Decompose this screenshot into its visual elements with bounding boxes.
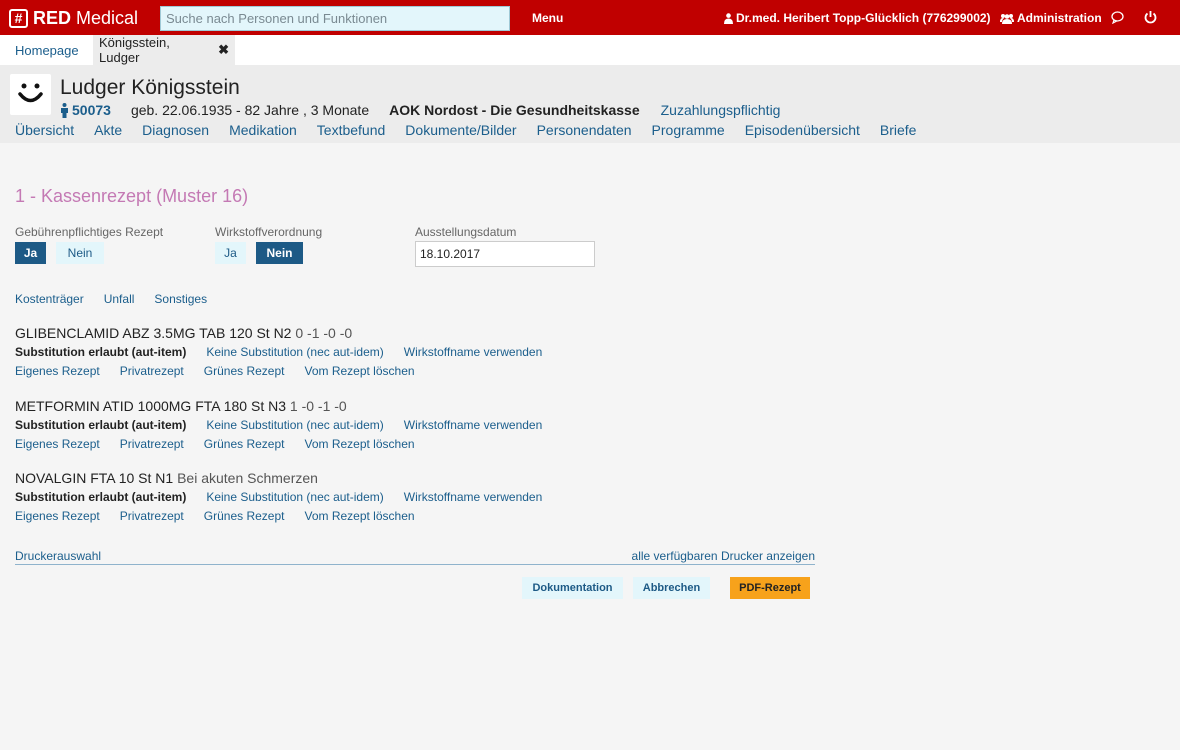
search-input[interactable]: Suche nach Personen und Funktionen (160, 6, 510, 31)
subst-name-link[interactable]: Wirkstoffname verwenden (404, 490, 543, 504)
nav-personendaten[interactable]: Personendaten (537, 122, 632, 138)
printer-label[interactable]: Druckerauswahl (15, 549, 101, 563)
tab-patient[interactable]: Königsstein, Ludger ✖ (93, 35, 235, 65)
substance-no-button[interactable]: Nein (256, 242, 303, 264)
green-recipe-link[interactable]: Grünes Rezept (204, 437, 285, 451)
menu-button[interactable]: Menu (532, 11, 563, 25)
person-icon (61, 102, 68, 118)
subst-none-link[interactable]: Keine Substitution (nec aut-idem) (206, 345, 383, 359)
subst-name-link[interactable]: Wirkstoffname verwenden (404, 418, 543, 432)
medication-dosage: Bei akuten Schmerzen (177, 470, 318, 486)
user-label: Dr.med. Heribert Topp-Glücklich (7762990… (736, 11, 991, 25)
green-recipe-link[interactable]: Grünes Rezept (204, 509, 285, 523)
nav-uebersicht[interactable]: Übersicht (15, 122, 74, 138)
recipe-links: Eigenes Rezept Privatrezept Grünes Rezept V… (15, 364, 435, 378)
fee-no-button[interactable]: Nein (56, 242, 104, 264)
medication-item: METFORMIN ATID 1000MG FTA 180 St N3 1 -0… (15, 398, 347, 414)
smiley-icon (18, 83, 43, 103)
users-icon (1000, 13, 1014, 24)
user-icon (724, 12, 733, 24)
recipe-links: Eigenes Rezept Privatrezept Grünes Rezept V… (15, 437, 435, 451)
show-printers-link[interactable]: alle verfügbaren Drucker anzeigen (632, 549, 815, 563)
nav-briefe[interactable]: Briefe (880, 122, 917, 138)
medication-item: NOVALGIN FTA 10 St N1 Bei akuten Schmerz… (15, 470, 318, 486)
nav-medikation[interactable]: Medikation (229, 122, 297, 138)
fee-label: Gebührenpflichtiges Rezept (15, 225, 164, 239)
patient-info: 50073 geb. 22.06.1935 - 82 Jahre , 3 Mon… (60, 102, 780, 118)
user-menu[interactable]: Dr.med. Heribert Topp-Glücklich (7762990… (724, 11, 991, 25)
patient-header: Ludger Königsstein 50073 geb. 22.06.1935… (0, 65, 1180, 143)
medication-item: GLIBENCLAMID ABZ 3.5MG TAB 120 St N2 0 -… (15, 325, 352, 341)
remove-link[interactable]: Vom Rezept löschen (304, 364, 414, 378)
tab-patient-label: Königsstein, Ludger (99, 35, 170, 65)
avatar (10, 74, 51, 115)
substitution-links: Substitution erlaubt (aut-item) Keine Sub… (15, 418, 562, 432)
own-recipe-link[interactable]: Eigenes Rezept (15, 364, 100, 378)
printer-selection: Druckerauswahl alle verfügbaren Drucker … (15, 549, 815, 565)
patient-nav: Übersicht Akte Diagnosen Medikation Textbefu… (15, 122, 936, 138)
medication-name: METFORMIN ATID 1000MG FTA 180 St N3 (15, 398, 286, 414)
medication-dosage: 0 -1 -0 -0 (295, 325, 353, 341)
private-recipe-link[interactable]: Privatrezept (120, 509, 184, 523)
remove-link[interactable]: Vom Rezept löschen (304, 437, 414, 451)
patient-id-value: 50073 (72, 102, 111, 118)
patient-name: Ludger Königsstein (60, 76, 240, 99)
documentation-button[interactable]: Dokumentation (522, 577, 623, 599)
unfall-link[interactable]: Unfall (104, 292, 135, 306)
green-recipe-link[interactable]: Grünes Rezept (204, 364, 285, 378)
private-recipe-link[interactable]: Privatrezept (120, 437, 184, 451)
top-bar: # RED Medical Suche nach Personen und Fu… (0, 0, 1180, 35)
substance-label: Wirkstoffverordnung (215, 225, 323, 239)
medication-name: NOVALGIN FTA 10 St N1 (15, 470, 174, 486)
subst-allowed[interactable]: Substitution erlaubt (aut-item) (15, 345, 186, 359)
nav-diagnosen[interactable]: Diagnosen (142, 122, 209, 138)
admin-menu[interactable]: Administration (1000, 11, 1102, 25)
admin-label: Administration (1017, 11, 1102, 25)
own-recipe-link[interactable]: Eigenes Rezept (15, 437, 100, 451)
subst-name-link[interactable]: Wirkstoffname verwenden (404, 345, 543, 359)
kostentraeger-link[interactable]: Kostenträger (15, 292, 84, 306)
date-label: Ausstellungsdatum (415, 225, 517, 239)
nav-textbefund[interactable]: Textbefund (317, 122, 386, 138)
substitution-links: Substitution erlaubt (aut-item) Keine Sub… (15, 490, 562, 504)
power-icon[interactable] (1144, 10, 1157, 24)
private-recipe-link[interactable]: Privatrezept (120, 364, 184, 378)
cancel-button[interactable]: Abbrechen (633, 577, 710, 599)
nav-programme[interactable]: Programme (652, 122, 725, 138)
pdf-recipe-button[interactable]: PDF-Rezept (730, 577, 810, 599)
substitution-links: Substitution erlaubt (aut-item) Keine Sub… (15, 345, 562, 359)
subst-none-link[interactable]: Keine Substitution (nec aut-idem) (206, 490, 383, 504)
page-title: 1 - Kassenrezept (Muster 16) (15, 186, 249, 206)
patient-insurance: AOK Nordost - Die Gesundheitskasse (389, 102, 640, 118)
copay-link[interactable]: Zuzahlungspflichtig (661, 102, 781, 118)
own-recipe-link[interactable]: Eigenes Rezept (15, 509, 100, 523)
sonstiges-link[interactable]: Sonstiges (154, 292, 207, 306)
option-links: Kostenträger Unfall Sonstiges (15, 292, 227, 306)
subst-none-link[interactable]: Keine Substitution (nec aut-idem) (206, 418, 383, 432)
date-field[interactable]: 18.10.2017 (415, 241, 595, 267)
nav-akte[interactable]: Akte (94, 122, 122, 138)
chat-icon[interactable] (1111, 11, 1124, 24)
brand-bold: RED (33, 7, 72, 28)
subst-allowed[interactable]: Substitution erlaubt (aut-item) (15, 418, 186, 432)
substance-yes-button[interactable]: Ja (215, 242, 246, 264)
fee-yes-button[interactable]: Ja (15, 242, 46, 264)
recipe-links: Eigenes Rezept Privatrezept Grünes Rezept V… (15, 509, 435, 523)
subst-allowed[interactable]: Substitution erlaubt (aut-item) (15, 490, 186, 504)
brand-rest: Medical (71, 7, 139, 28)
brand[interactable]: # RED Medical (9, 6, 138, 30)
medication-name: GLIBENCLAMID ABZ 3.5MG TAB 120 St N2 (15, 325, 292, 341)
brand-text: RED Medical (33, 8, 138, 29)
nav-dokumente[interactable]: Dokumente/Bilder (405, 122, 516, 138)
tab-bar: Homepage Königsstein, Ludger ✖ (0, 35, 1180, 65)
patient-id[interactable]: 50073 (60, 102, 111, 118)
tab-homepage[interactable]: Homepage (9, 35, 85, 65)
nav-episoden[interactable]: Episodenübersicht (745, 122, 860, 138)
medication-dosage: 1 -0 -1 -0 (289, 398, 347, 414)
remove-link[interactable]: Vom Rezept löschen (304, 509, 414, 523)
patient-birth: geb. 22.06.1935 - 82 Jahre , 3 Monate (130, 102, 370, 118)
close-icon[interactable]: ✖ (218, 42, 229, 58)
red-logo-icon: # (9, 8, 28, 28)
